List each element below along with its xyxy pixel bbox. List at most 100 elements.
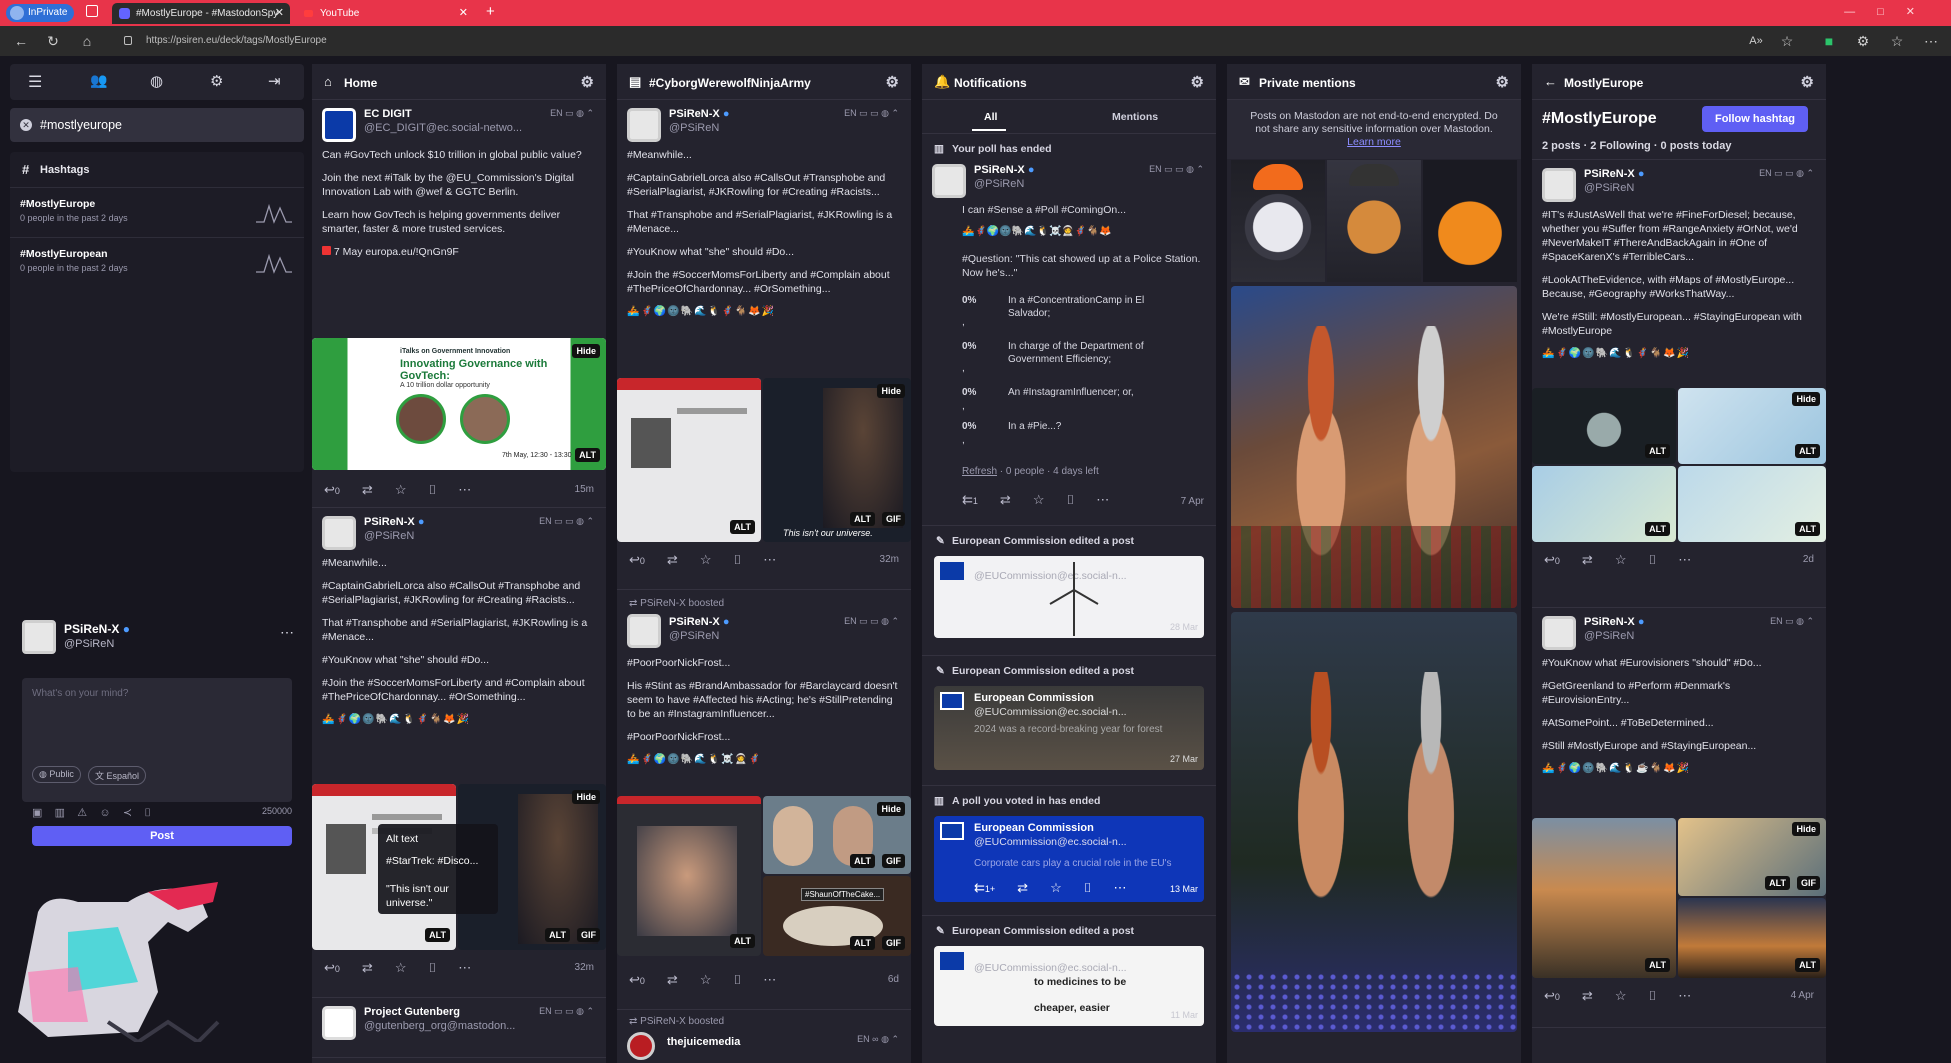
collapse-icon[interactable]: ⌃: [891, 108, 899, 118]
account-handle[interactable]: @EC_DIGIT@ec.social-netwo...: [364, 122, 522, 134]
status-time[interactable]: 7 Apr: [1181, 496, 1204, 507]
media-attachment[interactable]: Hide ALT GIF: [763, 796, 911, 874]
more-icon[interactable]: ⋯: [458, 482, 471, 498]
tab-mentions[interactable]: Mentions: [1112, 111, 1158, 123]
account-handle[interactable]: @gutenberg_org@mastodon...: [364, 1020, 515, 1032]
collapse-icon[interactable]: ⌃: [586, 516, 594, 526]
edit-notification[interactable]: ✎ European Commission edited a post Europ…: [922, 656, 1216, 786]
column-settings-icon[interactable]: ⚙: [1801, 73, 1814, 91]
alt-badge[interactable]: ALT: [425, 928, 450, 942]
status-time[interactable]: 15m: [575, 484, 594, 495]
media-attachment[interactable]: #ShaunOfTheCake... ALT GIF: [763, 876, 911, 956]
display-name[interactable]: thejuicemedia: [667, 1036, 740, 1048]
display-name[interactable]: PSiReN-X ●: [1584, 168, 1644, 180]
display-name[interactable]: PSiReN-X ●: [669, 616, 729, 628]
avatar[interactable]: [627, 614, 661, 648]
display-name[interactable]: EC DIGIT: [364, 108, 412, 120]
clear-search-icon[interactable]: ✕: [20, 119, 32, 131]
boost-icon[interactable]: ⇄: [667, 972, 678, 988]
status[interactable]: ⇄ PSiReN-X boosted PSiReN-X ● @PSiReN EN…: [617, 590, 911, 1010]
more-icon[interactable]: ⋯: [1096, 492, 1109, 508]
status-time[interactable]: 32m: [880, 554, 899, 565]
status[interactable]: EC DIGIT @EC_DIGIT@ec.social-netwo... EN…: [312, 100, 606, 508]
edit-notification[interactable]: ✎ European Commission edited a post @EUCo…: [922, 916, 1216, 1026]
avatar[interactable]: [1542, 168, 1576, 202]
column-settings-icon[interactable]: ⚙: [1496, 73, 1509, 91]
status-preview[interactable]: @EUCommission@ec.social-n... to medicine…: [934, 946, 1204, 1026]
display-name[interactable]: PSiReN-X ●: [669, 108, 729, 120]
display-name[interactable]: PSiReN-X ●: [974, 164, 1034, 176]
favorite-star-icon[interactable]: ☆: [1776, 30, 1798, 52]
favourite-icon[interactable]: ☆: [1033, 492, 1045, 508]
media-attachment[interactable]: ALT: [1532, 466, 1676, 542]
edit-notification[interactable]: ✎ European Commission edited a post @EUCo…: [922, 526, 1216, 656]
tab-all[interactable]: All: [972, 111, 1006, 131]
browser-extensions-icon[interactable]: ⚙: [1852, 30, 1874, 52]
status-link-line[interactable]: 7 May europa.eu/!QnGn9F: [322, 245, 596, 259]
status[interactable]: PSiReN-X ● @PSiReN EN ▭ ▭ ◍ ⌃ #Meanwhile…: [617, 100, 911, 590]
status-time[interactable]: 6d: [888, 974, 899, 985]
hide-media-button[interactable]: Hide: [877, 802, 905, 816]
boost-icon[interactable]: ⇄: [1582, 988, 1593, 1004]
avatar[interactable]: [322, 516, 356, 550]
reply-icon[interactable]: ↩0: [1544, 988, 1560, 1004]
reply-icon[interactable]: ↩0: [629, 972, 645, 988]
boost-icon[interactable]: ⇄: [362, 960, 373, 976]
menu-dots-icon[interactable]: ⋯: [1920, 30, 1942, 52]
gif-badge[interactable]: GIF: [882, 936, 905, 950]
column-settings-icon[interactable]: ⚙: [581, 73, 594, 91]
alt-badge[interactable]: ALT: [730, 934, 755, 948]
favourite-icon[interactable]: ☆: [1050, 880, 1062, 896]
poll-notification[interactable]: ▥ Your poll has ended PSiReN-X ● @PSiReN …: [922, 134, 1216, 526]
bookmark-icon[interactable]: ⌷: [428, 482, 436, 498]
hide-media-button[interactable]: Hide: [572, 344, 600, 358]
tab-youtube[interactable]: YouTube ✕: [296, 3, 474, 24]
refresh-link[interactable]: Refresh: [962, 466, 997, 477]
media-icon[interactable]: ▣: [32, 807, 42, 819]
display-name[interactable]: PSiReN-X ●: [364, 516, 424, 528]
hide-media-button[interactable]: Hide: [877, 384, 905, 398]
collapse-icon[interactable]: ⌃: [1196, 164, 1204, 174]
alt-badge[interactable]: ALT: [1795, 444, 1820, 458]
collapse-icon[interactable]: ⌃: [1806, 168, 1814, 178]
alt-badge[interactable]: ALT: [850, 854, 875, 868]
account-handle[interactable]: @PSiReN: [974, 178, 1024, 190]
alt-badge[interactable]: ALT: [1645, 522, 1670, 536]
favorites-icon[interactable]: ☆: [1886, 30, 1908, 52]
more-icon[interactable]: ⋯: [763, 552, 776, 568]
status-time[interactable]: 2d: [1803, 554, 1814, 565]
reply-all-icon[interactable]: ⇇1+: [974, 880, 995, 896]
status[interactable]: PSiReN-X ● @PSiReN EN ▭ ▭ ◍ ⌃ #Meanwhile…: [312, 508, 606, 998]
column-header[interactable]: 🔔 Notifications ⚙: [922, 64, 1216, 100]
column-header[interactable]: ← MostlyEurope ⚙: [1532, 64, 1826, 100]
reply-icon[interactable]: ↩0: [1544, 552, 1560, 568]
more-icon[interactable]: ⋯: [763, 972, 776, 988]
column-settings-icon[interactable]: ⚙: [1191, 73, 1204, 91]
alt-badge[interactable]: ALT: [850, 512, 875, 526]
gif-badge[interactable]: GIF: [577, 928, 600, 942]
warning-icon[interactable]: ⚠: [77, 807, 87, 819]
collapse-icon[interactable]: ⌃: [891, 1034, 899, 1044]
status-preview[interactable]: European Commission @EUCommission@ec.soc…: [934, 686, 1204, 770]
media-attachment[interactable]: ALT: [617, 378, 761, 542]
workspaces-icon[interactable]: [86, 5, 98, 17]
reply-all-icon[interactable]: ⇇1: [962, 492, 978, 508]
hashtag-item[interactable]: #MostlyEurope 0 people in the past 2 day…: [10, 188, 304, 238]
favourite-icon[interactable]: ☆: [1615, 988, 1627, 1004]
bookmark-icon[interactable]: ⌷: [733, 552, 741, 568]
media-warriors-image[interactable]: [1231, 612, 1517, 1032]
refresh-icon[interactable]: ↻: [42, 30, 64, 52]
bookmark-icon[interactable]: ⌷: [733, 972, 741, 988]
media-attachment[interactable]: ALT: [1678, 898, 1826, 978]
status[interactable]: PSiReN-X ● @PSiReN EN ▭ ◍ ⌃ #YouKnow wha…: [1532, 608, 1826, 1028]
address-bar[interactable]: https://psiren.eu/deck/tags/MostlyEurope: [112, 30, 1812, 52]
more-icon[interactable]: ⋯: [1678, 552, 1691, 568]
menu-icon[interactable]: ☰: [28, 72, 42, 92]
follow-hashtag-button[interactable]: Follow hashtag: [1702, 106, 1808, 132]
media-pirates-image[interactable]: [1231, 286, 1517, 608]
status-preview[interactable]: @EUCommission@ec.social-n... 28 Mar: [934, 556, 1204, 638]
gif-badge[interactable]: GIF: [882, 512, 905, 526]
column-header[interactable]: ✉ Private mentions ⚙: [1227, 64, 1521, 100]
media-attachment[interactable]: ALT: [1532, 388, 1676, 464]
alt-badge[interactable]: ALT: [1795, 958, 1820, 972]
